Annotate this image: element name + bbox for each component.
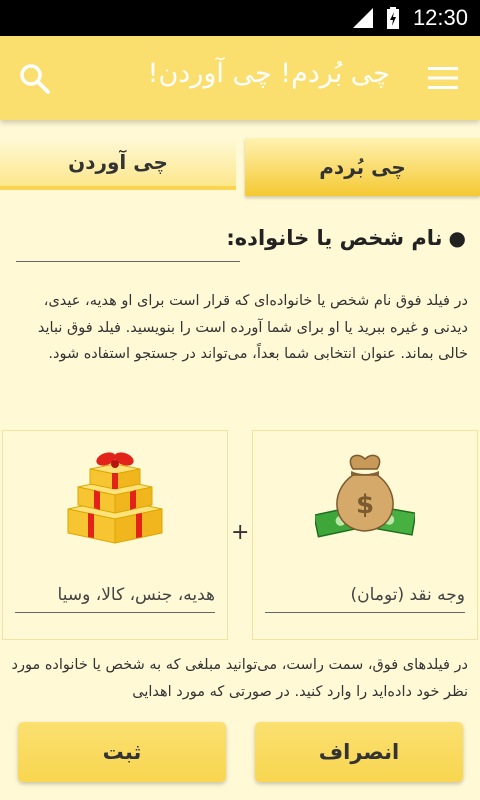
tab-bar: چی آوردن چی بُردم xyxy=(0,138,480,196)
plus-sign: + xyxy=(231,520,250,545)
gift-input[interactable] xyxy=(15,577,215,613)
menu-icon[interactable] xyxy=(426,66,460,90)
bullet-icon: ● xyxy=(448,226,466,250)
name-field-description: در فیلد فوق نام شخص یا خانواده‌ای که قرا… xyxy=(37,293,468,362)
submit-button[interactable]: ثبت xyxy=(18,722,226,782)
status-bar: 12:30 xyxy=(0,0,480,36)
search-icon[interactable] xyxy=(18,62,52,96)
tab-received[interactable]: چی آوردن xyxy=(0,138,236,190)
svg-text:$: $ xyxy=(356,490,374,520)
cancel-button[interactable]: انصراف xyxy=(255,722,463,782)
cash-card: $ xyxy=(252,430,478,640)
tab-label: چی بُردم xyxy=(319,155,406,179)
tab-label: چی آوردن xyxy=(68,150,168,174)
status-time: 12:30 xyxy=(412,5,468,30)
name-input[interactable] xyxy=(16,226,240,262)
gift-card xyxy=(2,430,228,640)
gift-boxes-icon xyxy=(67,452,163,544)
cash-input[interactable] xyxy=(265,577,465,613)
battery-charging-icon xyxy=(386,7,399,29)
app-title: چی بُردم! چی آوردن! xyxy=(147,58,390,89)
app-bar: چی بُردم! چی آوردن! xyxy=(0,36,480,120)
tab-given[interactable]: چی بُردم xyxy=(245,138,480,196)
money-bag-icon: $ xyxy=(315,454,415,538)
name-field-label: ●نام شخص یا خانواده: xyxy=(226,226,466,250)
cellular-signal-icon xyxy=(352,8,373,28)
amount-field-description: در فیلدهای فوق، سمت راست، می‌توانید مبلغ… xyxy=(11,657,469,700)
